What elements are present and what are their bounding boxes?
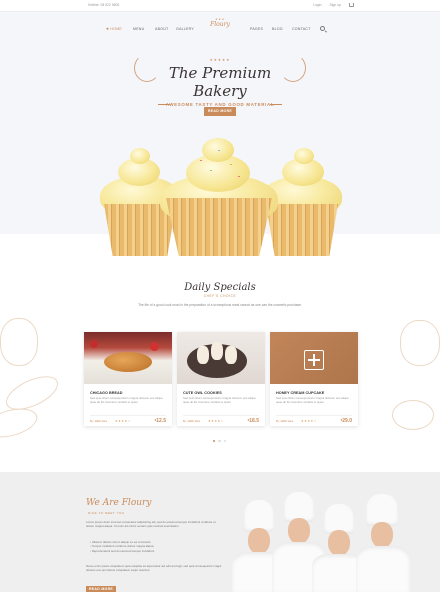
pretzel-sketch-icon [0, 318, 38, 366]
card-footer: By: Jaffelt Vane ★★★★☆ $12.5 [90, 415, 166, 424]
card-price: $29.0 [341, 418, 352, 424]
left-flourish-icon [134, 54, 160, 82]
hero-stars-icon: ★★★★★ [209, 58, 231, 62]
about-title: We Are Floury [86, 498, 152, 508]
card-footer: By: Jaffelt Vane ★★★★☆ $18.5 [183, 415, 259, 424]
nav-pages[interactable]: Pages [250, 27, 263, 31]
product-card[interactable]: CUTE OWL COOKIES Sed quis cillum consequ… [177, 332, 265, 426]
about-read-more-button[interactable]: READ MORE [86, 586, 116, 592]
hero-cupcakes-image [92, 136, 348, 256]
nav-gallery[interactable]: Gallery [176, 27, 194, 31]
pagination-dot[interactable] [218, 440, 221, 443]
card-rating: ★★★★☆ [208, 419, 224, 423]
product-card[interactable]: CHICAGO BREAD Sed quis cillum consequunt… [84, 332, 172, 426]
card-price-value: 18.5 [249, 418, 259, 424]
pagination-dot[interactable] [223, 440, 227, 443]
pagination-dot[interactable] [213, 440, 216, 443]
nav-home[interactable]: ✚ Home [106, 27, 122, 31]
card-price: $18.5 [248, 418, 259, 424]
about-paragraph-2: Nemo enim ipsam voluptatem quia voluptas… [86, 564, 222, 572]
card-title[interactable]: HONEY CREAM CUPCAKE [276, 391, 324, 395]
right-flourish-icon [280, 54, 306, 82]
card-author: By: Jaffelt Vane [276, 420, 294, 423]
card-author: By: Jaffelt Vane [183, 420, 201, 423]
card-title[interactable]: CUTE OWL COOKIES [183, 391, 222, 395]
loaf-sketch-icon [392, 400, 434, 430]
hotline-text: Hotline: 08 522 9605 [88, 3, 120, 7]
card-price-value: 12.5 [156, 418, 166, 424]
account-links: Login Sign up [313, 3, 354, 7]
hero-read-more-button[interactable]: READ MORE [204, 107, 236, 116]
login-link[interactable]: Login [313, 3, 321, 7]
croissant-sketch-icon [400, 320, 440, 366]
card-text: Sed quis cillum consequunturm magna dolo… [183, 396, 256, 404]
specials-subtitle: CHEF'S CHOICE [203, 294, 237, 298]
cupcake-image [270, 332, 358, 384]
chef-figure [356, 494, 410, 592]
card-price-value: 29.0 [342, 418, 352, 424]
card-rating: ★★★★☆ [301, 419, 317, 423]
cart-icon[interactable] [349, 3, 354, 7]
list-item: Reprehenderit sed do eiusmod tempor inci… [90, 549, 220, 553]
about-subtitle: NICE TO MEET YOU [88, 511, 125, 515]
logo[interactable]: ★★★ Floury [205, 18, 235, 32]
card-rating: ★★★★☆ [115, 419, 131, 423]
card-author: By: Jaffelt Vane [90, 420, 108, 423]
nav-contact[interactable]: Contact [292, 27, 311, 31]
hero-heading-block: ★★★★★ The Premium Bakery AWESOME TASTY A… [134, 54, 306, 107]
logo-text: Floury [210, 21, 230, 28]
card-price: $12.5 [155, 418, 166, 424]
baguette-sketch-icon [0, 403, 41, 443]
nav-home-label: Home [110, 27, 123, 31]
top-bar: Hotline: 08 522 9605 Login Sign up [0, 0, 440, 12]
specials-description: The life of a good cook must in the prep… [138, 303, 302, 307]
card-footer: By: Jaffelt Vane ★★★★☆ $29.0 [276, 415, 352, 424]
nav-menu[interactable]: Menu [133, 27, 144, 31]
nav-about[interactable]: About [155, 27, 168, 31]
nav-blog[interactable]: Blog [272, 27, 283, 31]
hero-title: The Premium Bakery [168, 64, 272, 100]
search-icon[interactable] [320, 26, 325, 31]
daily-specials-header: Daily Specials CHEF'S CHOICE The life of… [0, 282, 440, 308]
about-list: Ullamco laboris nisi ut aliquip ex ea co… [90, 540, 220, 553]
specials-title: Daily Specials [184, 282, 256, 293]
card-text: Sed quis cillum consequunturm magna dolo… [90, 396, 163, 404]
about-paragraph: Lorem ipsum dolor sit amet consectetur a… [86, 520, 216, 528]
card-text: Sed quis cillum consequunturm magna dolo… [276, 396, 349, 404]
product-card[interactable]: HONEY CREAM CUPCAKE Sed quis cillum cons… [270, 332, 358, 426]
owl-cookies-image [177, 332, 265, 384]
cupcake-center [160, 136, 278, 256]
signup-link[interactable]: Sign up [330, 3, 342, 7]
carousel-pagination [213, 440, 227, 443]
chicago-bread-image [84, 332, 172, 384]
card-title[interactable]: CHICAGO BREAD [90, 391, 123, 395]
